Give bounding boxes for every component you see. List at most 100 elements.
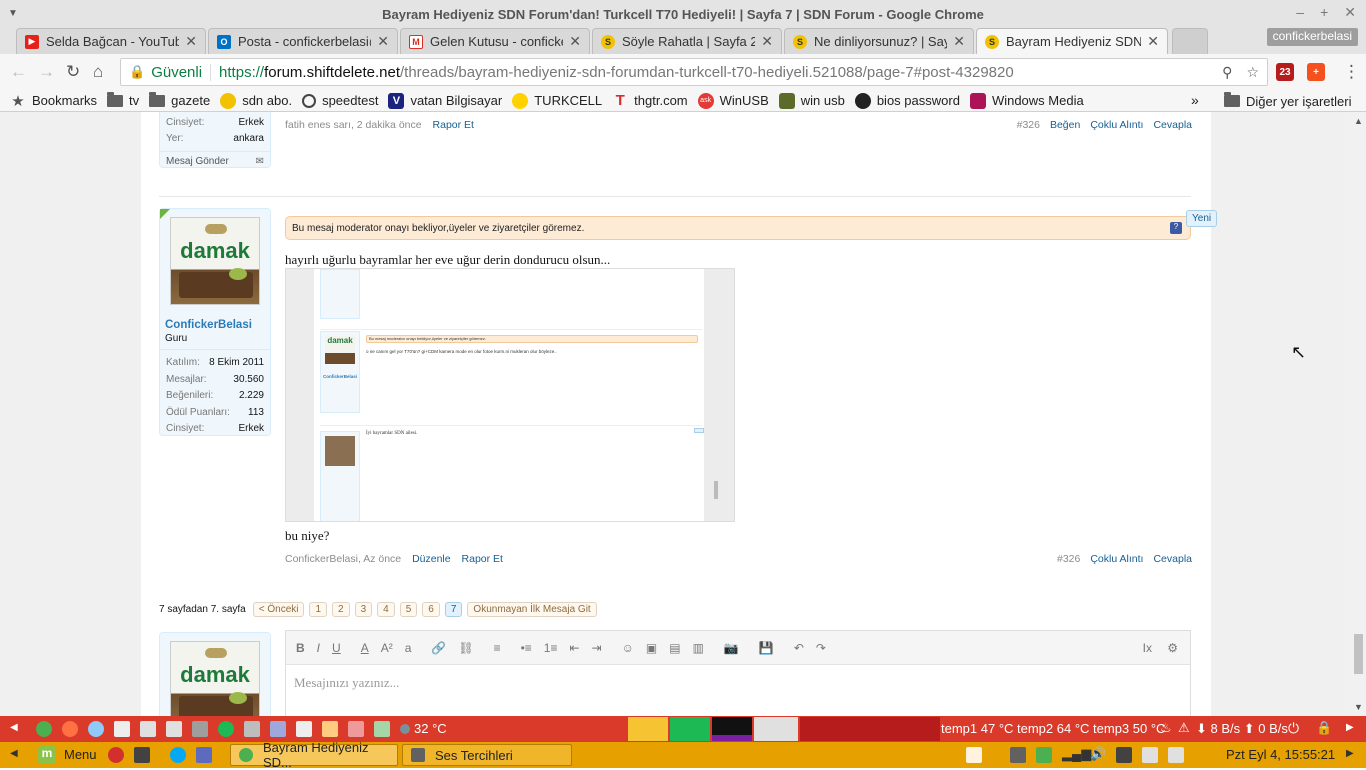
ublock-extension-icon[interactable]: 23 bbox=[1276, 63, 1294, 81]
spotify-icon[interactable] bbox=[218, 721, 234, 737]
profile-button[interactable]: confickerbelasi bbox=[1266, 28, 1358, 46]
panel-left-arrow-icon[interactable]: ◀ bbox=[10, 722, 18, 733]
camera-icon[interactable]: 📷 bbox=[724, 641, 739, 655]
menu-kebab-icon[interactable]: ⋮ bbox=[1343, 62, 1360, 82]
panel-right-arrow-icon[interactable]: ▶ bbox=[1346, 748, 1354, 759]
clock[interactable]: Pzt Eyl 4, 15:55:21 bbox=[1226, 747, 1335, 762]
post-number[interactable]: #326 bbox=[1057, 553, 1080, 565]
volume-icon[interactable]: 🔊 bbox=[1090, 746, 1106, 762]
bookmark-item[interactable]: ★ Bookmarks bbox=[10, 93, 97, 110]
updates-icon[interactable]: ⚠ bbox=[1178, 720, 1190, 736]
tab-close-icon[interactable]: ✕ bbox=[377, 33, 389, 50]
app-launcher-icon[interactable] bbox=[166, 721, 182, 737]
like-link[interactable]: Beğen bbox=[1050, 119, 1080, 131]
app-launcher-icon[interactable] bbox=[374, 721, 390, 737]
font-size-icon[interactable]: A² bbox=[381, 641, 393, 655]
page-link-4[interactable]: 4 bbox=[377, 602, 395, 617]
home-icon[interactable]: ⌂ bbox=[93, 62, 103, 82]
multiquote-link[interactable]: Çoklu Alıntı bbox=[1090, 119, 1143, 131]
panel-left-arrow-icon[interactable]: ◀ bbox=[10, 748, 18, 759]
shield-check-icon[interactable] bbox=[1036, 747, 1052, 763]
tab-youtube[interactable]: ▶ Selda Bağcan - YouTube ✕ bbox=[16, 28, 206, 54]
chrome-launcher-icon[interactable] bbox=[36, 721, 52, 737]
app-launcher-icon[interactable] bbox=[322, 721, 338, 737]
minimize-icon[interactable]: – bbox=[1296, 4, 1304, 21]
unread-first-button[interactable]: Okunmayan İlk Mesaja Git bbox=[467, 602, 597, 617]
tab-close-icon[interactable]: ✕ bbox=[1147, 33, 1159, 50]
addon-extension-icon[interactable]: + bbox=[1307, 63, 1325, 81]
tab-close-icon[interactable]: ✕ bbox=[761, 33, 773, 50]
taskbar-sound-prefs[interactable]: Ses Tercihleri bbox=[402, 744, 572, 766]
taskbar-chrome-window[interactable]: Bayram Hediyeniz SD... bbox=[230, 740, 398, 770]
tab-bayram-active[interactable]: S Bayram Hediyeniz SDN ✕ bbox=[976, 28, 1168, 54]
signal-icon[interactable]: ▂▄▆ bbox=[1062, 746, 1091, 762]
tab-close-icon[interactable]: ✕ bbox=[953, 33, 965, 50]
avatar[interactable]: damak bbox=[170, 641, 260, 716]
unlink-icon[interactable]: ⛓ bbox=[458, 641, 473, 655]
tab-gmail[interactable]: M Gelen Kutusu - conficke ✕ bbox=[400, 28, 590, 54]
workspace-switcher[interactable] bbox=[800, 717, 940, 741]
redo-icon[interactable]: ↷ bbox=[816, 641, 826, 655]
bookmark-item[interactable]: Tthgtr.com bbox=[612, 92, 688, 109]
page-link-6[interactable]: 6 bbox=[422, 602, 440, 617]
image-icon[interactable]: ▣ bbox=[646, 641, 657, 655]
font-color-icon[interactable]: A bbox=[361, 641, 369, 655]
mint-menu-icon[interactable]: m bbox=[38, 746, 56, 764]
save-draft-icon[interactable]: 💾 bbox=[759, 641, 774, 655]
indent-icon[interactable]: ⇥ bbox=[592, 641, 602, 655]
bookmark-item[interactable]: speedtest bbox=[302, 93, 378, 108]
bookmark-item[interactable]: Vvatan Bilgisayar bbox=[388, 92, 502, 109]
close-window-icon[interactable]: ✕ bbox=[1344, 4, 1356, 21]
link-icon[interactable]: 🔗 bbox=[431, 641, 446, 655]
address-bar[interactable]: 🔒 Güvenli https:// forum.shiftdelete.net… bbox=[120, 58, 1268, 86]
scroll-down-icon[interactable]: ▼ bbox=[1354, 702, 1363, 712]
report-link[interactable]: Rapor Et bbox=[462, 553, 503, 565]
bullet-list-icon[interactable]: •≡ bbox=[521, 641, 532, 655]
reload-icon[interactable]: ↻ bbox=[66, 62, 80, 82]
zoom-icon[interactable]: ⚲ bbox=[1222, 64, 1232, 81]
smiley-icon[interactable]: ☺ bbox=[622, 641, 634, 655]
network-applet-icon[interactable] bbox=[1142, 747, 1158, 763]
page-link-1[interactable]: 1 bbox=[309, 602, 328, 617]
chromium-launcher-icon[interactable] bbox=[88, 721, 104, 737]
app-launcher-icon[interactable] bbox=[270, 721, 286, 737]
message-input[interactable]: Mesajınızı yazınız... bbox=[286, 665, 1190, 701]
panel-right-arrow-icon[interactable]: ▶ bbox=[1346, 722, 1354, 733]
window-menu-icon[interactable]: ▼ bbox=[8, 8, 18, 19]
page-link-3[interactable]: 3 bbox=[354, 602, 373, 617]
power-icon[interactable]: ⏻ bbox=[1288, 720, 1299, 737]
avatar[interactable]: damak bbox=[170, 217, 260, 305]
bookmark-item[interactable]: ask WinUSB bbox=[697, 92, 769, 109]
image-viewer-icon[interactable] bbox=[348, 721, 364, 737]
notes-icon[interactable] bbox=[966, 747, 982, 763]
other-bookmarks-folder[interactable]: Diğer yer işaretleri bbox=[1224, 92, 1351, 109]
tab-close-icon[interactable]: ✕ bbox=[185, 33, 197, 50]
bookmark-item[interactable]: win usb bbox=[778, 92, 845, 109]
font-family-icon[interactable]: a bbox=[405, 641, 412, 655]
italic-icon[interactable]: I bbox=[317, 641, 320, 655]
reply-link[interactable]: Cevapla bbox=[1153, 119, 1192, 131]
back-arrow-icon[interactable]: ← bbox=[10, 62, 27, 82]
media-icon[interactable]: ▤ bbox=[669, 641, 680, 655]
tab-outlook[interactable]: O Posta - confickerbelasi@ ✕ bbox=[208, 28, 398, 54]
edit-link[interactable]: Düzenle bbox=[412, 553, 451, 565]
new-tab-button[interactable] bbox=[1172, 28, 1208, 54]
page-scrollbar[interactable]: ▲ ▼ bbox=[1351, 112, 1366, 716]
scroll-up-icon[interactable]: ▲ bbox=[1354, 116, 1363, 126]
bookmark-item[interactable]: Windows Media bbox=[969, 92, 1084, 109]
reply-link[interactable]: Cevapla bbox=[1153, 553, 1192, 565]
bookmark-item[interactable]: bios password bbox=[854, 92, 960, 109]
skype-launcher-icon[interactable] bbox=[170, 747, 186, 763]
post-number[interactable]: #326 bbox=[1017, 119, 1040, 131]
tab-ne-dinliyorsunuz[interactable]: S Ne dinliyorsunuz? | Say ✕ bbox=[784, 28, 974, 54]
display-icon[interactable] bbox=[1010, 747, 1026, 763]
report-link[interactable]: Rapor Et bbox=[433, 119, 474, 131]
tab-soyle-rahatla[interactable]: S Söyle Rahatla | Sayfa 2 ✕ bbox=[592, 28, 782, 54]
page-link-5[interactable]: 5 bbox=[399, 602, 418, 617]
bookmark-folder[interactable]: tv bbox=[107, 91, 139, 109]
lock-screen-icon[interactable]: 🔒 bbox=[1316, 720, 1332, 736]
bookmark-item[interactable]: TURKCELL bbox=[512, 92, 602, 109]
app-launcher-icon[interactable] bbox=[196, 747, 212, 763]
align-icon[interactable]: ≡ bbox=[494, 641, 501, 655]
page-link-7-current[interactable]: 7 bbox=[444, 602, 463, 617]
